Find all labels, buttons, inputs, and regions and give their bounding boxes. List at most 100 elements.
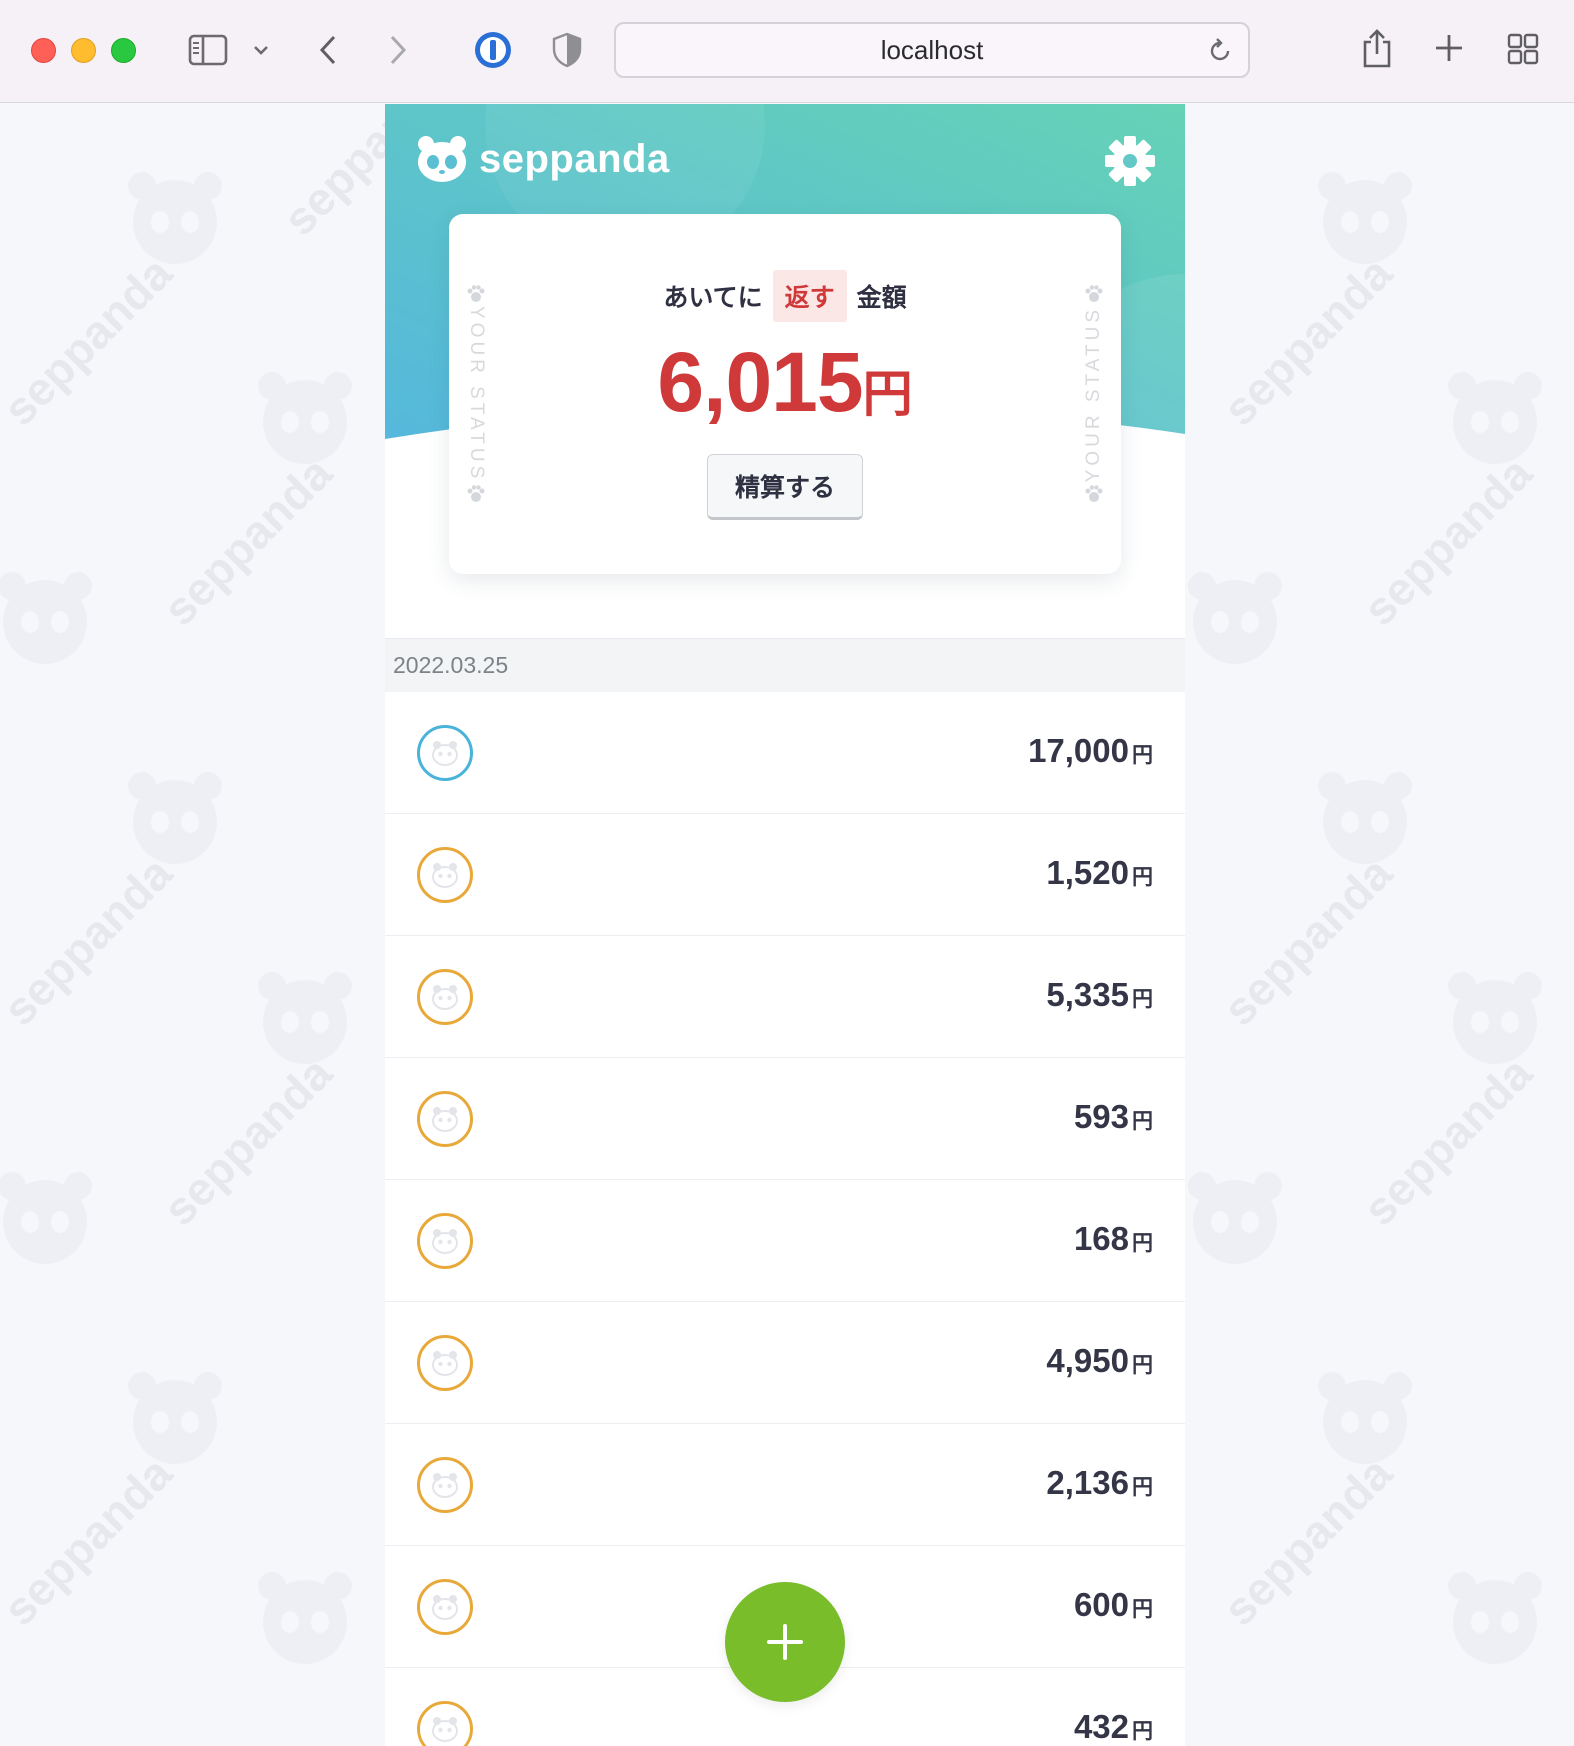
status-card: YOUR STATUS YOUR STATUS あいてに 返す 金額 6,015… xyxy=(449,214,1121,574)
tab-overview-icon[interactable] xyxy=(1506,32,1540,66)
close-window-button[interactable] xyxy=(31,38,56,63)
status-title: あいてに 返す 金額 xyxy=(449,270,1121,322)
transaction-amount: 4,950 円 xyxy=(1046,1342,1153,1380)
amount-value: 168 xyxy=(1073,1220,1129,1257)
back-icon[interactable] xyxy=(314,30,342,70)
transaction-row[interactable]: 168 円 xyxy=(385,1180,1185,1302)
date-group-header: 2022.03.25 xyxy=(385,638,1185,692)
sidebar-toggle-icon[interactable] xyxy=(186,30,230,70)
zoom-window-button[interactable] xyxy=(111,38,136,63)
panda-watermark-icon xyxy=(1318,1372,1412,1464)
panda-avatar-icon xyxy=(417,969,473,1025)
panda-watermark-icon xyxy=(258,372,352,464)
reload-icon[interactable] xyxy=(1206,37,1234,70)
panda-avatar-icon xyxy=(417,1091,473,1147)
password-manager-icon[interactable] xyxy=(472,29,514,71)
share-icon[interactable] xyxy=(1360,26,1394,70)
status-title-prefix: あいてに xyxy=(663,284,763,312)
amount-value: 1,520 xyxy=(1046,854,1129,891)
watermark-text: seppanda xyxy=(0,1446,182,1636)
transaction-amount: 600 円 xyxy=(1074,1586,1153,1624)
amount-unit: 円 xyxy=(1132,1110,1153,1133)
watermark-text: seppanda xyxy=(1353,446,1542,636)
panda-watermark-icon xyxy=(1318,172,1412,264)
panda-watermark-icon xyxy=(1448,972,1542,1064)
amount-value: 600 xyxy=(1073,1586,1129,1623)
settle-button[interactable]: 精算する xyxy=(707,454,863,520)
amount-unit: 円 xyxy=(1132,1232,1153,1255)
amount-unit: 円 xyxy=(1132,1598,1153,1621)
transaction-amount: 432 円 xyxy=(1074,1708,1153,1746)
panda-watermark-icon xyxy=(0,572,92,664)
paw-icon xyxy=(467,485,485,502)
watermark-text: seppanda xyxy=(0,246,182,436)
panda-watermark-icon xyxy=(128,1372,222,1464)
amount-unit: 円 xyxy=(1132,1354,1153,1377)
amount-value: 5,335 xyxy=(1046,976,1129,1013)
gear-icon xyxy=(1105,136,1155,186)
transaction-row[interactable]: 2,136 円 xyxy=(385,1424,1185,1546)
watermark-text: seppanda xyxy=(0,846,182,1036)
watermark-text: seppanda xyxy=(1353,1046,1542,1236)
panda-watermark-icon xyxy=(258,972,352,1064)
transaction-row[interactable]: 593 円 xyxy=(385,1058,1185,1180)
minimize-window-button[interactable] xyxy=(71,38,96,63)
paw-icon xyxy=(1085,485,1103,502)
panda-avatar-icon xyxy=(417,1701,473,1746)
status-title-highlight: 返す xyxy=(772,270,847,322)
panda-watermark-icon xyxy=(258,1572,352,1664)
transaction-row[interactable]: 5,335 円 xyxy=(385,936,1185,1058)
panda-avatar-icon xyxy=(417,1457,473,1513)
amount-unit: 円 xyxy=(1132,744,1153,767)
transaction-row[interactable]: 17,000 円 xyxy=(385,692,1185,814)
panda-watermark-icon xyxy=(1318,772,1412,864)
browser-toolbar: localhost xyxy=(0,0,1574,103)
amount-unit: 円 xyxy=(1132,1476,1153,1499)
amount-value: 593 xyxy=(1073,1098,1129,1135)
app-container: seppanda YOUR STATUS YOUR STATUS あいてに 返す… xyxy=(385,104,1185,1746)
transaction-amount: 593 円 xyxy=(1074,1098,1153,1136)
watermark-text: seppanda xyxy=(153,446,342,636)
transaction-row[interactable]: 4,950 円 xyxy=(385,1302,1185,1424)
amount-value: 17,000 xyxy=(1028,732,1129,769)
forward-icon[interactable] xyxy=(384,30,412,70)
panda-avatar-icon xyxy=(417,847,473,903)
settings-button[interactable] xyxy=(1103,134,1157,188)
panda-watermark-icon xyxy=(1188,1172,1282,1264)
panda-avatar-icon xyxy=(417,1335,473,1391)
app-logo[interactable]: seppanda xyxy=(415,134,670,184)
shield-icon[interactable] xyxy=(550,29,584,71)
panda-logo-icon xyxy=(418,136,466,182)
transaction-amount: 1,520 円 xyxy=(1046,854,1153,892)
watermark-text: seppanda xyxy=(1213,846,1402,1036)
amount-unit: 円 xyxy=(1132,866,1153,889)
transaction-amount: 17,000 円 xyxy=(1028,732,1153,770)
transaction-amount: 5,335 円 xyxy=(1046,976,1153,1014)
amount-value: 2,136 xyxy=(1046,1464,1129,1501)
panda-watermark-icon xyxy=(0,1172,92,1264)
address-bar[interactable]: localhost xyxy=(614,22,1250,78)
panda-watermark-icon xyxy=(1448,372,1542,464)
panda-watermark-icon xyxy=(128,772,222,864)
panda-watermark-icon xyxy=(1448,1572,1542,1664)
panda-avatar-icon xyxy=(417,1579,473,1635)
amount-unit: 円 xyxy=(1132,988,1153,1011)
plus-icon xyxy=(767,1624,803,1660)
panda-watermark-icon xyxy=(128,172,222,264)
new-tab-icon[interactable] xyxy=(1432,31,1466,65)
panda-avatar-icon xyxy=(417,1213,473,1269)
balance-unit: 円 xyxy=(862,366,913,422)
balance-value: 6,015 xyxy=(657,335,863,429)
chevron-down-icon[interactable] xyxy=(250,38,272,62)
watermark-text: seppanda xyxy=(153,1046,342,1236)
panda-avatar-icon xyxy=(417,725,473,781)
transaction-amount: 168 円 xyxy=(1074,1220,1153,1258)
balance-amount: 6,015円 xyxy=(449,334,1121,431)
amount-value: 4,950 xyxy=(1046,1342,1129,1379)
amount-value: 432 xyxy=(1073,1708,1129,1745)
transaction-amount: 2,136 円 xyxy=(1046,1464,1153,1502)
transaction-row[interactable]: 1,520 円 xyxy=(385,814,1185,936)
panda-watermark-icon xyxy=(1188,572,1282,664)
amount-unit: 円 xyxy=(1132,1720,1153,1743)
add-transaction-button[interactable] xyxy=(725,1582,845,1702)
